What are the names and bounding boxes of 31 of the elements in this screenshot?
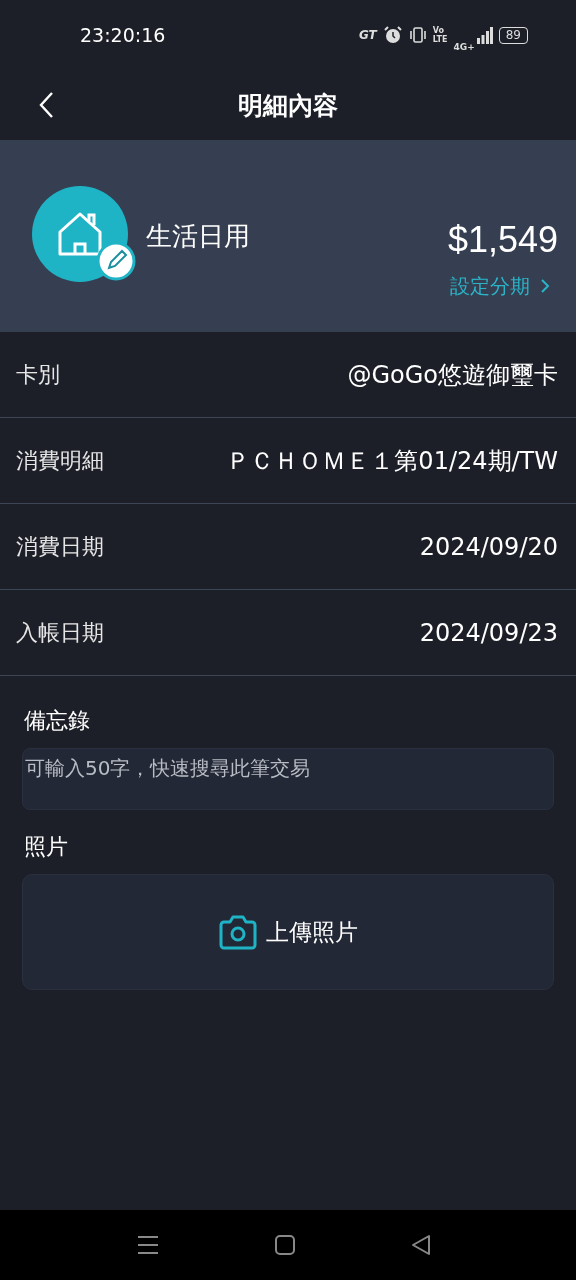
edit-pencil-icon[interactable] — [96, 241, 136, 281]
detail-value: @GoGo悠遊御璽卡 — [347, 359, 558, 391]
back-triangle-icon[interactable] — [411, 1234, 431, 1256]
page-title: 明細內容 — [238, 89, 338, 122]
home-square-icon[interactable] — [275, 1235, 295, 1255]
upload-photo-button[interactable]: 上傳照片 — [22, 874, 554, 990]
vibrate-icon — [408, 26, 427, 44]
gt-mode-label: GT — [359, 28, 377, 42]
detail-value: 2024/09/23 — [419, 618, 558, 647]
detail-value: ＰＣＨＯＭＥ１第01/24期/TW — [226, 445, 558, 477]
volte-label: Vo LTE — [432, 26, 448, 44]
photo-label: 照片 — [24, 833, 69, 861]
network-label: 4G+ — [453, 42, 475, 52]
detail-label: 消費明細 — [16, 446, 104, 475]
detail-label: 入帳日期 — [16, 618, 104, 647]
detail-value: 2024/09/20 — [419, 532, 558, 561]
status-time: 23:20:16 — [80, 24, 166, 46]
battery-indicator: 89 — [498, 26, 528, 44]
memo-field[interactable]: 可輸入50字，快速搜尋此筆交易 — [22, 748, 554, 810]
camera-icon — [218, 914, 258, 950]
amount: $1,549 — [447, 218, 558, 261]
signal-icon — [476, 26, 493, 44]
chevron-right-icon — [540, 278, 550, 294]
detail-label: 消費日期 — [16, 532, 104, 561]
menu-icon[interactable] — [137, 1235, 159, 1255]
installment-link[interactable]: 設定分期 — [450, 272, 558, 300]
alarm-clock-icon — [382, 25, 403, 45]
category-name: 生活日用 — [146, 219, 251, 253]
memo-label: 備忘錄 — [24, 707, 91, 735]
detail-label: 卡別 — [16, 360, 60, 389]
back-icon[interactable] — [38, 91, 54, 119]
